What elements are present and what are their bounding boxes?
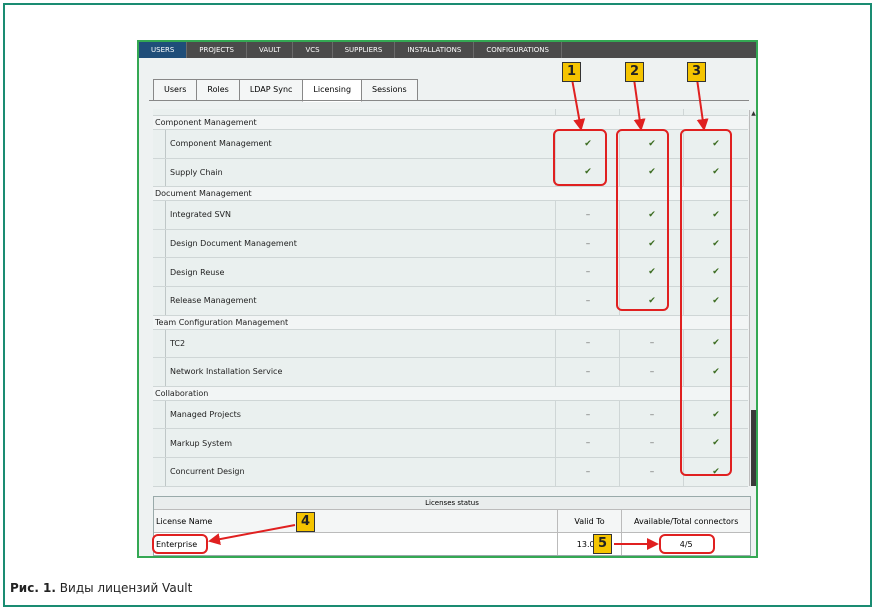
licenses-status-header: Licenses status [154, 497, 750, 510]
row-indent [153, 258, 166, 286]
col-license-name: License Name [154, 510, 558, 532]
nav-configurations[interactable]: CONFIGURATIONS [474, 42, 562, 58]
dash-icon: – [619, 329, 684, 358]
dash-icon: – [619, 429, 684, 457]
feature-name: Design Reuse [170, 267, 225, 277]
row-indent [153, 130, 166, 158]
dash-icon: – [555, 286, 620, 315]
sub-tabs: Users Roles LDAP Sync Licensing Sessions [153, 79, 418, 102]
top-nav: USERS PROJECTS VAULT VCS SUPPLIERS INSTA… [139, 42, 756, 58]
feature-name: Release Management [170, 296, 257, 306]
dash-icon: – [555, 457, 620, 486]
vertical-scrollbar[interactable]: ▲ [749, 110, 756, 486]
nav-vcs[interactable]: VCS [293, 42, 333, 58]
license-valid-to: 13.08. [558, 533, 623, 555]
dash-icon: – [555, 429, 620, 457]
callout-box-4 [152, 534, 208, 554]
figure-caption: Рис. 1. Виды лицензий Vault [10, 581, 192, 595]
tab-sessions[interactable]: Sessions [361, 79, 418, 101]
row-indent [153, 329, 166, 358]
col-available: Available/Total connectors [634, 516, 739, 526]
feature-row: Managed Projects – – ✔ [153, 400, 748, 430]
row-indent [153, 229, 166, 258]
dash-icon: – [555, 258, 620, 286]
tab-divider [149, 100, 749, 101]
group-header: Component Management [153, 116, 748, 130]
row-indent [153, 429, 166, 457]
scroll-up-icon[interactable]: ▲ [750, 110, 756, 118]
tab-users[interactable]: Users [153, 79, 198, 101]
dash-icon: – [619, 400, 684, 429]
feature-name: Design Document Management [170, 239, 297, 249]
callout-2: 2 [625, 62, 644, 82]
callout-box-5 [659, 534, 715, 554]
group-header: Collaboration [153, 386, 748, 401]
dash-icon: – [555, 358, 620, 386]
nav-vault[interactable]: VAULT [247, 42, 294, 58]
row-indent [153, 358, 166, 386]
callout-box-3 [680, 129, 732, 476]
licenses-columns: License Name Valid To Available/Total co… [154, 510, 750, 533]
row-indent [153, 400, 166, 429]
row-indent [153, 457, 166, 486]
tab-roles[interactable]: Roles [196, 79, 240, 101]
scroll-thumb[interactable] [751, 410, 756, 486]
feature-name: Managed Projects [170, 410, 241, 420]
tab-ldap-sync[interactable]: LDAP Sync [238, 79, 304, 101]
feature-name: Markup System [170, 438, 233, 448]
row-indent [153, 201, 166, 229]
dash-icon: – [555, 329, 620, 358]
group-header: Team Configuration Management [153, 315, 748, 330]
callout-1: 1 [562, 62, 581, 82]
callout-box-2 [616, 129, 669, 311]
dash-icon: – [619, 457, 684, 486]
dash-icon: – [619, 358, 684, 386]
tab-licensing[interactable]: Licensing [302, 79, 363, 102]
col-valid-to: Valid To [558, 510, 623, 532]
row-indent [153, 158, 166, 187]
feature-row: Concurrent Design – – ✔ [153, 457, 748, 487]
grid-top-cell [683, 109, 684, 115]
callout-4: 4 [296, 512, 315, 532]
dash-icon: – [555, 229, 620, 258]
feature-name: Network Installation Service [170, 367, 283, 377]
grid-top-cell [555, 109, 556, 115]
nav-suppliers[interactable]: SUPPLIERS [333, 42, 396, 58]
callout-box-1 [553, 129, 607, 186]
feature-name: TC2 [170, 338, 186, 348]
feature-name: Supply Chain [170, 167, 223, 177]
caption-label: Рис. 1. [10, 581, 56, 595]
feature-row: TC2– – ✔ [153, 329, 748, 359]
nav-installations[interactable]: INSTALLATIONS [395, 42, 475, 58]
caption-text: Виды лицензий Vault [55, 581, 193, 595]
feature-name: Integrated SVN [170, 210, 231, 220]
nav-users[interactable]: USERS [139, 42, 188, 58]
feature-row: Network Installation Service – – ✔ [153, 358, 748, 387]
feature-name: Component Management [170, 139, 272, 149]
callout-3: 3 [687, 62, 706, 82]
feature-name: Concurrent Design [170, 467, 245, 477]
grid-top-cell [619, 109, 620, 115]
grid-top-row [153, 109, 748, 116]
row-indent [153, 286, 166, 315]
nav-projects[interactable]: PROJECTS [187, 42, 247, 58]
dash-icon: – [555, 400, 620, 429]
dash-icon: – [555, 201, 620, 229]
callout-5: 5 [593, 534, 612, 554]
license-name: Enterprise [154, 533, 558, 555]
feature-row: Markup System – – ✔ [153, 429, 748, 458]
